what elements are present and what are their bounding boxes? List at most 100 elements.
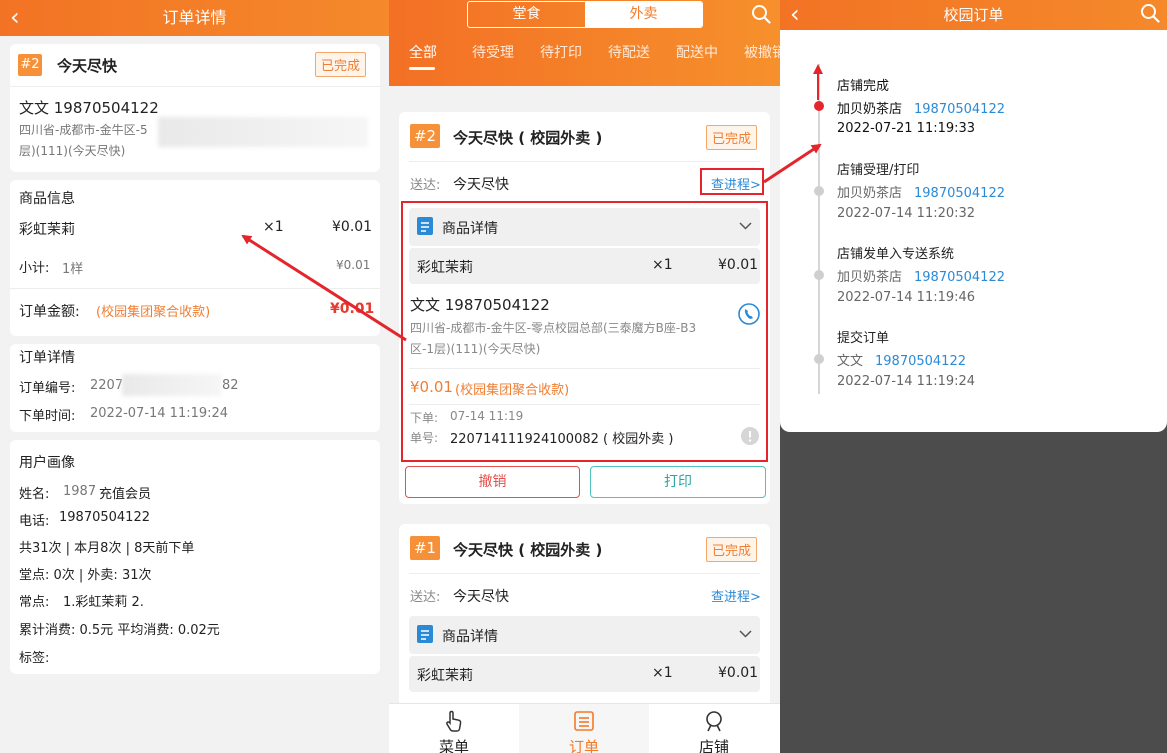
order-title: 今天尽快 ( 校园外卖 ): [453, 541, 603, 559]
nav-shop[interactable]: 店铺: [649, 704, 779, 753]
cancel-button[interactable]: 撤销: [405, 466, 580, 498]
nav-shop-label: 店铺: [698, 738, 729, 753]
order-title: 今天尽快 ( 校园外卖 ): [453, 129, 603, 147]
timeline-step-title: 店铺发单入专送系统: [837, 247, 955, 262]
search-icon[interactable]: [751, 4, 771, 24]
timeline-step-time: 2022-07-14 11:19:46: [837, 290, 976, 305]
item-price: ¥0.01: [332, 219, 373, 235]
timeline-line: [818, 64, 820, 394]
tab-indicator: [409, 67, 435, 70]
segment-takeout[interactable]: 外卖: [585, 2, 702, 27]
back-arrow-icon[interactable]: ‹: [10, 0, 20, 34]
redacted-order-number-blur: [122, 374, 222, 396]
order-detail-card: 订单详情 订单编号: 2207 82 下单时间: 2022-07-14 11:1…: [10, 344, 380, 432]
highlight-order-box: [401, 201, 768, 462]
timeline-step-time: 2022-07-21 11:19:33: [837, 121, 976, 136]
timeline-phone-link[interactable]: 19870504122: [914, 270, 1005, 285]
tab-all[interactable]: 全部: [409, 42, 437, 62]
tab-pending-delivery[interactable]: 待配送: [608, 42, 650, 62]
profile-name-label: 姓名:: [19, 487, 50, 502]
document-icon: [417, 625, 433, 643]
timeline-step-actor: 文文 19870504122: [837, 354, 966, 369]
timeline-dot: [814, 270, 824, 280]
subtotal-value: ¥0.01: [336, 258, 371, 272]
timeline-step-actor: 加贝奶茶店 19870504122: [837, 102, 1005, 117]
order-card: #1 今天尽快 ( 校园外卖 ) 已完成 送达: 今天尽快 查进程> 商品详情 …: [399, 524, 770, 724]
section-heading: 商品信息: [19, 191, 75, 207]
goods-detail-label: 商品详情: [442, 629, 498, 645]
segment-dine-in[interactable]: 堂食: [468, 2, 585, 27]
tab-pending-accept[interactable]: 待受理: [472, 42, 514, 62]
chevron-down-icon: [739, 630, 752, 638]
order-number-badge: #2: [18, 54, 42, 76]
profile-spend: 累计消费: 0.5元 平均消费: 0.02元: [19, 623, 220, 638]
profile-frequent-value: 1.彩虹茉莉 2.: [63, 595, 144, 610]
profile-order-stats: 共31次 | 本月8次 | 8天前下单: [19, 541, 195, 556]
nav-orders[interactable]: 订单: [519, 704, 649, 753]
timeline-step-actor: 加贝奶茶店 19870504122: [837, 186, 1005, 201]
order-summary-card: #2 今天尽快 已完成 文文 19870504122 四川省-成都市-金牛区-5…: [10, 44, 380, 172]
tab-pending-print[interactable]: 待打印: [540, 42, 582, 62]
order-number-prefix: 2207: [90, 378, 124, 393]
status-badge: 已完成: [706, 537, 758, 562]
dine-takeout-switch: 堂食 外卖: [467, 1, 703, 28]
highlight-progress-link: [700, 168, 764, 195]
profile-tags-label: 标签:: [19, 651, 50, 666]
back-arrow-icon[interactable]: ‹: [790, 0, 800, 28]
timeline-step-time: 2022-07-14 11:19:24: [837, 374, 976, 389]
goods-item-row: 彩虹茉莉 ×1 ¥0.01: [409, 656, 760, 692]
subtotal-count: 1样: [62, 262, 84, 277]
item-name: 彩虹茉莉: [417, 668, 473, 684]
deliver-value: 今天尽快: [453, 589, 509, 605]
order-number-label: 订单编号:: [19, 381, 76, 396]
timeline-dot-current: [814, 101, 824, 111]
campus-order-panel: ‹ 校园订单 店铺完成 加贝奶茶店 19870504122 2022-07-21 …: [780, 0, 1167, 753]
profile-phone-value: 19870504122: [59, 510, 150, 525]
hand-pointer-icon: [446, 710, 462, 732]
nav-orders-label: 订单: [568, 738, 599, 753]
timeline-step-time: 2022-07-14 11:20:32: [837, 206, 976, 221]
order-list-icon: [574, 711, 594, 731]
section-heading: 订单详情: [19, 350, 75, 366]
shop-icon: [706, 711, 722, 732]
item-price: ¥0.01: [718, 665, 759, 681]
timeline-step-title: 店铺受理/打印: [837, 163, 920, 178]
tab-cancelled[interactable]: 被撤销: [744, 42, 780, 62]
search-icon[interactable]: [1140, 3, 1160, 23]
print-button[interactable]: 打印: [590, 466, 766, 498]
item-qty: ×1: [652, 665, 673, 681]
goods-detail-toggle[interactable]: 商品详情: [409, 616, 760, 654]
section-heading: 用户画像: [19, 455, 75, 471]
customer-address-line1: 四川省-成都市-金牛区-5: [19, 123, 148, 137]
order-number-badge: #2: [410, 124, 440, 148]
tab-delivering[interactable]: 配送中: [676, 42, 718, 62]
page-title: 订单详情: [162, 8, 227, 27]
deliver-label: 送达:: [410, 178, 441, 193]
redacted-address-blur: [158, 117, 368, 147]
customer-name-phone: 文文 19870504122: [19, 99, 159, 117]
order-number-badge: #1: [410, 536, 440, 560]
order-amount-label: 订单金额:: [19, 304, 80, 320]
bottom-navigation: 菜单 订单 店铺: [389, 703, 780, 753]
timeline-phone-link[interactable]: 19870504122: [914, 102, 1005, 117]
nav-menu[interactable]: 菜单: [389, 704, 519, 753]
profile-dine-stats: 堂点: 0次 | 外卖: 31次: [19, 568, 152, 583]
check-progress-link[interactable]: 查进程>: [711, 586, 761, 605]
campus-order-header: ‹ 校园订单: [780, 0, 1167, 30]
timeline-step-actor: 加贝奶茶店 19870504122: [837, 270, 1005, 285]
order-list-header: 堂食 外卖 全部 待受理 待打印 待配送 配送中 被撤销: [389, 0, 780, 86]
order-detail-topbar: ‹ 订单详情: [0, 0, 389, 36]
order-number-suffix: 82: [222, 378, 239, 393]
timeline-phone-link[interactable]: 19870504122: [914, 186, 1005, 201]
order-time-value: 2022-07-14 11:19:24: [90, 406, 229, 421]
goods-info-card: 商品信息 彩虹茉莉 ×1 ¥0.01 小计: 1样 ¥0.01 订单金额: (校…: [10, 180, 380, 336]
timeline-phone-link[interactable]: 19870504122: [875, 354, 966, 369]
profile-name-value: 充值会员: [99, 487, 152, 502]
order-delivery-time: 今天尽快: [57, 57, 118, 75]
timeline-dot: [814, 354, 824, 364]
order-detail-panel: ‹ 订单详情 #2 今天尽快 已完成 文文 19870504122 四川省-成都…: [0, 0, 389, 753]
status-badge: 已完成: [706, 125, 758, 150]
item-qty: ×1: [263, 219, 284, 235]
nav-menu-label: 菜单: [438, 738, 469, 753]
order-time-label: 下单时间:: [19, 409, 76, 424]
